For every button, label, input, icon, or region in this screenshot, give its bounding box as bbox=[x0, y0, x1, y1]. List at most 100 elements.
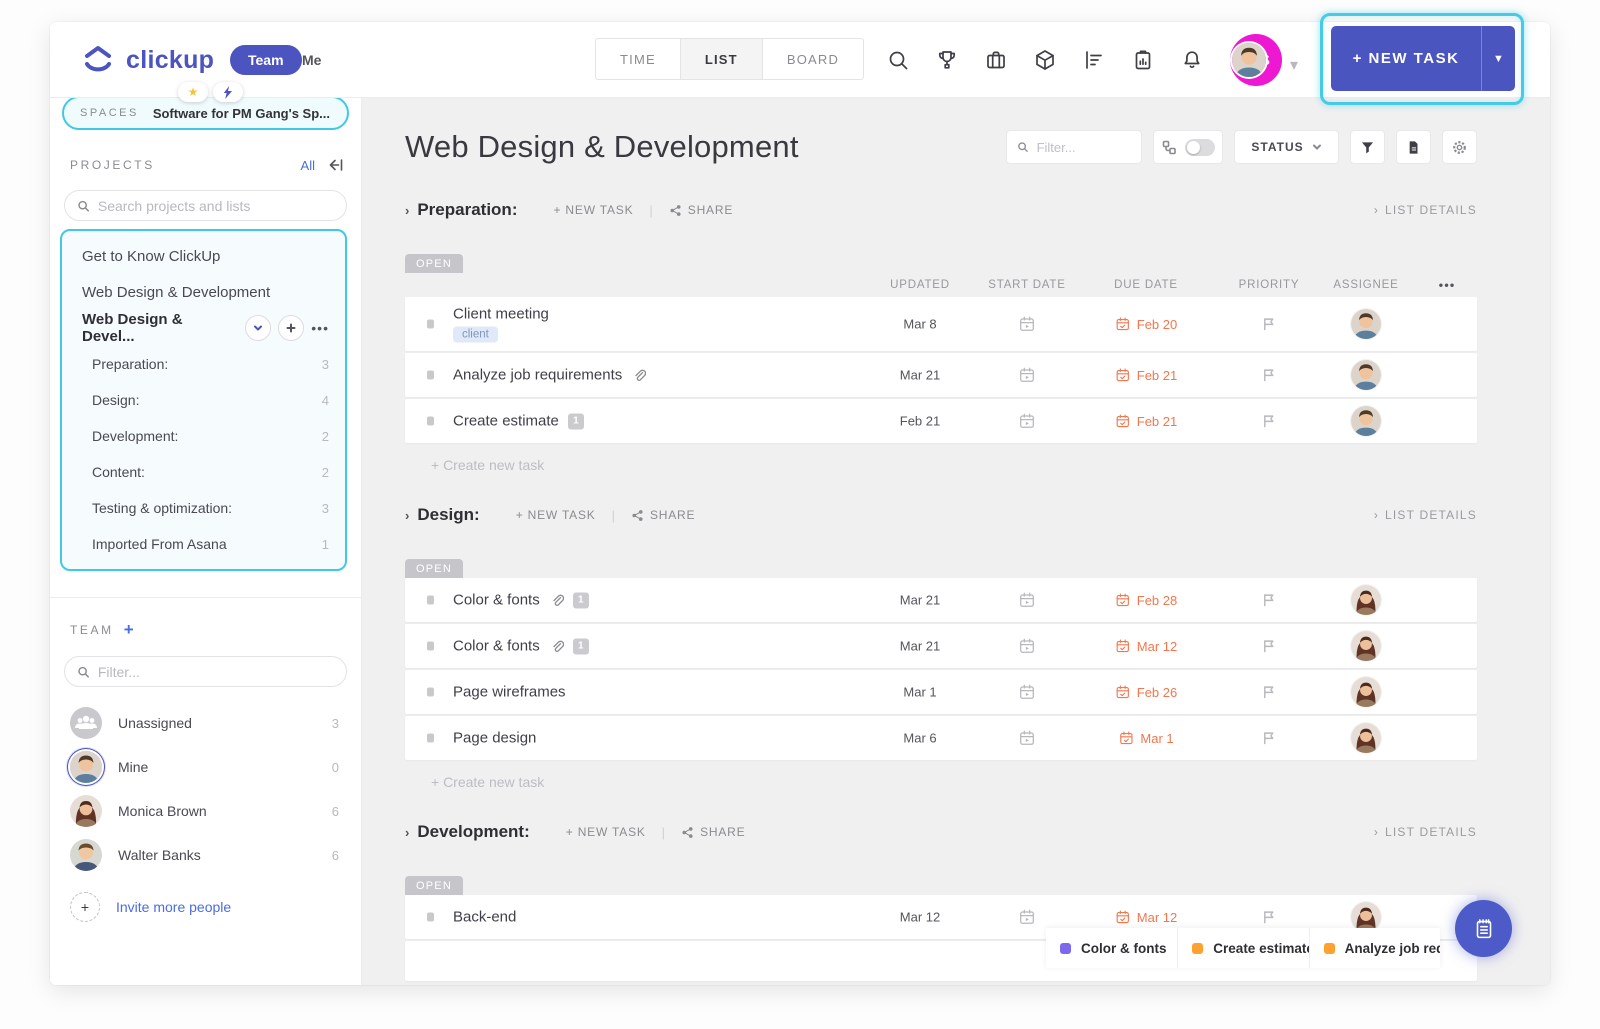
priority-flag-icon[interactable] bbox=[1262, 368, 1277, 383]
assignee-avatar[interactable] bbox=[1351, 360, 1381, 390]
section-share-button[interactable]: SHARE bbox=[669, 203, 733, 217]
cube-icon[interactable] bbox=[1033, 48, 1057, 72]
assignee-avatar[interactable] bbox=[1351, 723, 1381, 753]
sidebar-project-item[interactable]: Get to Know ClickUp bbox=[62, 238, 345, 274]
due-date[interactable]: Feb 21 bbox=[1115, 367, 1177, 383]
sidebar-project-item[interactable]: Testing & optimization: 3 bbox=[62, 490, 345, 526]
assignee-avatar[interactable] bbox=[1351, 309, 1381, 339]
priority-flag-icon[interactable] bbox=[1262, 317, 1277, 332]
column-updated[interactable]: UPDATED bbox=[890, 279, 950, 291]
task-row[interactable]: Client meeting client Mar 8 Feb 20 bbox=[405, 297, 1477, 351]
start-date-icon[interactable] bbox=[1018, 637, 1036, 655]
start-date-icon[interactable] bbox=[1018, 315, 1036, 333]
tab-time[interactable]: TIME bbox=[596, 39, 681, 79]
due-date[interactable]: Mar 1 bbox=[1118, 730, 1173, 746]
assignee-avatar[interactable] bbox=[1351, 406, 1381, 436]
task-title[interactable]: Analyze job requirements bbox=[453, 367, 622, 384]
activity-icon[interactable] bbox=[1082, 48, 1106, 72]
column-assignee[interactable]: ASSIGNEE bbox=[1333, 279, 1398, 291]
section-new-task-button[interactable]: + NEW TASK bbox=[566, 825, 646, 839]
briefcase-icon[interactable] bbox=[984, 48, 1008, 72]
priority-flag-icon[interactable] bbox=[1262, 685, 1277, 700]
section-new-task-button[interactable]: + NEW TASK bbox=[553, 203, 633, 217]
project-search[interactable] bbox=[64, 190, 347, 221]
task-row[interactable]: Page design Mar 6 Mar 1 bbox=[405, 716, 1477, 760]
list-details-button[interactable]: ›LIST DETAILS bbox=[1374, 508, 1477, 522]
section-new-task-button[interactable]: + NEW TASK bbox=[516, 508, 596, 522]
open-status-tab[interactable]: OPEN bbox=[405, 876, 463, 895]
expand-project-button[interactable] bbox=[245, 315, 271, 341]
team-member-row[interactable]: Mine 0 bbox=[50, 745, 361, 789]
task-status-square[interactable] bbox=[427, 320, 434, 329]
chevron-right-icon[interactable]: › bbox=[405, 203, 409, 218]
assignee-avatar[interactable] bbox=[1351, 585, 1381, 615]
list-filter-input[interactable] bbox=[1037, 140, 1131, 155]
trophy-icon[interactable] bbox=[935, 48, 959, 72]
report-icon[interactable] bbox=[1131, 48, 1155, 72]
sidebar-project-item[interactable]: Web Design & Devel... ••• bbox=[62, 310, 345, 346]
open-status-tab[interactable]: OPEN bbox=[405, 559, 463, 578]
team-member-row[interactable]: Unassigned 3 bbox=[50, 701, 361, 745]
sidebar-project-item[interactable]: Content: 2 bbox=[62, 454, 345, 490]
section-name[interactable]: Design: bbox=[417, 505, 479, 525]
clickup-logo[interactable]: clickup bbox=[80, 42, 214, 78]
task-title[interactable]: Back-end bbox=[453, 909, 516, 926]
task-tag[interactable]: client bbox=[453, 327, 498, 343]
start-date-icon[interactable] bbox=[1018, 683, 1036, 701]
start-date-icon[interactable] bbox=[1018, 366, 1036, 384]
star-icon[interactable]: ★ bbox=[178, 82, 208, 102]
start-date-icon[interactable] bbox=[1018, 412, 1036, 430]
due-date[interactable]: Feb 28 bbox=[1115, 592, 1177, 608]
task-title[interactable]: Page design bbox=[453, 730, 536, 747]
task-title[interactable]: Client meeting bbox=[453, 306, 549, 323]
invite-people-button[interactable]: + Invite more people bbox=[50, 885, 361, 929]
collapse-sidebar-icon[interactable] bbox=[327, 156, 345, 174]
start-date-icon[interactable] bbox=[1018, 729, 1036, 747]
priority-flag-icon[interactable] bbox=[1262, 639, 1277, 654]
due-date[interactable]: Mar 12 bbox=[1115, 909, 1177, 925]
column-due-date[interactable]: DUE DATE bbox=[1114, 279, 1178, 291]
projects-all-link[interactable]: All bbox=[301, 158, 315, 173]
user-avatar-cluster[interactable]: S bbox=[1230, 34, 1282, 86]
bell-icon[interactable] bbox=[1180, 48, 1204, 72]
filter-button[interactable] bbox=[1350, 130, 1385, 164]
subtask-toggle-button[interactable] bbox=[1153, 130, 1223, 164]
task-title[interactable]: Create estimate bbox=[453, 413, 559, 430]
priority-flag-icon[interactable] bbox=[1262, 593, 1277, 608]
task-title[interactable]: Page wireframes bbox=[453, 684, 566, 701]
sidebar-project-item[interactable]: Imported From Asana 1 bbox=[62, 526, 345, 562]
team-filter[interactable] bbox=[64, 656, 347, 687]
task-status-square[interactable] bbox=[427, 734, 434, 743]
due-date[interactable]: Feb 20 bbox=[1115, 316, 1177, 332]
column-priority[interactable]: PRIORITY bbox=[1239, 279, 1300, 291]
task-status-square[interactable] bbox=[427, 417, 434, 426]
space-name[interactable]: Software for PM Gang's Sp... bbox=[153, 106, 330, 121]
task-row[interactable]: Create estimate 1 Feb 21 Feb 21 bbox=[405, 399, 1477, 443]
sidebar-project-item[interactable]: Preparation: 3 bbox=[62, 346, 345, 382]
status-dropdown[interactable]: STATUS bbox=[1234, 130, 1339, 164]
assignee-avatar[interactable] bbox=[1351, 631, 1381, 661]
section-name[interactable]: Development: bbox=[417, 822, 529, 842]
task-title[interactable]: Color & fonts bbox=[453, 638, 540, 655]
section-share-button[interactable]: SHARE bbox=[631, 508, 695, 522]
list-details-button[interactable]: ›LIST DETAILS bbox=[1374, 825, 1477, 839]
current-user-avatar[interactable] bbox=[1232, 43, 1266, 77]
project-search-input[interactable] bbox=[98, 198, 334, 214]
sidebar-project-item[interactable]: Web Design & Development bbox=[62, 274, 345, 310]
task-status-square[interactable] bbox=[427, 596, 434, 605]
tab-list[interactable]: LIST bbox=[681, 39, 763, 79]
me-toggle[interactable]: Me bbox=[302, 45, 321, 75]
project-options-icon[interactable]: ••• bbox=[311, 320, 329, 336]
task-status-square[interactable] bbox=[427, 371, 434, 380]
team-toggle[interactable]: Team bbox=[230, 45, 302, 75]
profile-chevron-down-icon[interactable]: ▾ bbox=[1290, 55, 1298, 75]
due-date[interactable]: Feb 26 bbox=[1115, 684, 1177, 700]
task-row[interactable]: Page wireframes Mar 1 Feb 26 bbox=[405, 670, 1477, 714]
team-filter-input[interactable] bbox=[98, 664, 334, 680]
add-list-button[interactable] bbox=[278, 315, 304, 341]
create-new-task-button[interactable]: + Create new task bbox=[431, 774, 1477, 790]
minimized-task-tab[interactable]: Create estimate bbox=[1177, 928, 1308, 968]
task-status-square[interactable] bbox=[427, 913, 434, 922]
priority-flag-icon[interactable] bbox=[1262, 910, 1277, 925]
column-options-icon[interactable]: ••• bbox=[1439, 278, 1456, 293]
